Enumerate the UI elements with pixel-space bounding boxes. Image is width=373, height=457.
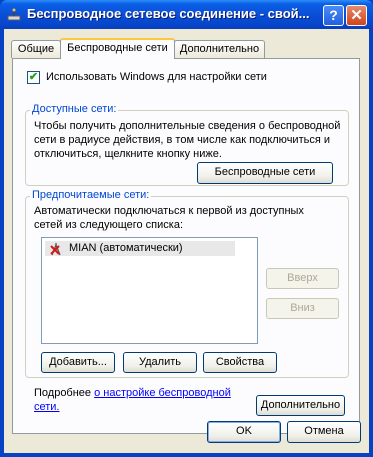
available-networks-legend: Доступные сети: (30, 103, 119, 115)
available-desc-line-1: Чтобы получить дополнительные сведения о… (34, 120, 341, 132)
ok-button[interactable]: OK (207, 421, 281, 443)
use-windows-label[interactable]: Использовать Windows для настройки сети (46, 71, 267, 84)
preferred-desc-line-1: Автоматически подключаться к первой из д… (34, 205, 304, 217)
tab-advanced[interactable]: Дополнительно (174, 40, 265, 58)
network-name: MIAN (автоматически) (69, 242, 183, 254)
list-item[interactable]: MIAN (автоматически) (45, 241, 235, 256)
network-connection-icon (7, 8, 21, 21)
tab-general[interactable]: Общие (11, 40, 61, 58)
remove-network-button[interactable]: Удалить (123, 352, 197, 373)
tab-wireless-networks[interactable]: Беспроводные сети (60, 38, 175, 59)
antenna-icon (50, 243, 61, 256)
dialog-client-area: Общие Беспроводные сети Дополнительно ✔ … (4, 29, 369, 453)
advanced-button[interactable]: Дополнительно (256, 395, 345, 416)
dialog-window: Беспроводное сетевое соединение - свой..… (0, 0, 373, 457)
cancel-button[interactable]: Отмена (287, 421, 361, 443)
help-button[interactable]: ? (323, 5, 344, 26)
wireless-setup-help-link-line-2[interactable]: сети. (34, 401, 60, 414)
wireless-setup-help-link[interactable]: о настройке беспроводной (94, 387, 231, 399)
view-wireless-networks-button[interactable]: Беспроводные сети (197, 162, 333, 184)
more-info-text: Подробнее о настройке беспроводной (34, 387, 231, 400)
more-info-prefix: Подробнее (34, 387, 95, 399)
available-desc-line-2: сети в радиусе действия, в том числе как… (34, 134, 330, 146)
preferred-desc-line-2: сетей из следующего списка: (34, 219, 184, 231)
preferred-networks-legend: Предпочитаемые сети: (30, 189, 152, 201)
move-down-button[interactable]: Вниз (266, 298, 339, 319)
available-desc-line-3: отключиться, щелкните кнопку ниже. (34, 148, 222, 160)
tab-panel: ✔ Использовать Windows для настройки сет… (12, 58, 360, 434)
window-title: Беспроводное сетевое соединение - свой..… (27, 6, 310, 21)
close-button[interactable]: ✕ (346, 5, 367, 26)
use-windows-checkbox[interactable]: ✔ (27, 71, 40, 84)
title-bar[interactable]: Беспроводное сетевое соединение - свой..… (0, 0, 373, 29)
add-network-button[interactable]: Добавить... (41, 352, 115, 373)
network-properties-button[interactable]: Свойства (203, 352, 277, 373)
preferred-networks-list[interactable]: MIAN (автоматически) (41, 237, 258, 344)
move-up-button[interactable]: Вверх (266, 268, 339, 289)
